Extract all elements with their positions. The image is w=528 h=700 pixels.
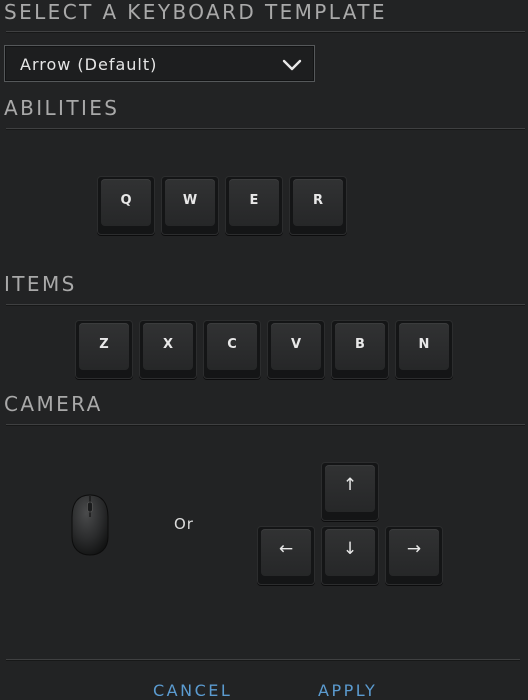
- divider: [6, 659, 520, 660]
- key-label: R: [312, 193, 323, 208]
- key-item-4[interactable]: V: [267, 320, 325, 379]
- key-label: B: [355, 337, 365, 352]
- key-item-1[interactable]: Z: [75, 320, 133, 379]
- arrow-right-icon: →: [406, 539, 422, 559]
- items-title: ITEMS: [4, 272, 77, 296]
- key-item-5[interactable]: B: [331, 320, 389, 379]
- key-label: X: [162, 337, 174, 352]
- key-label: W: [182, 193, 198, 208]
- key-arrow-left[interactable]: ←: [257, 526, 315, 585]
- key-ability-2[interactable]: W: [161, 176, 219, 235]
- abilities-title: ABILITIES: [4, 96, 120, 120]
- apply-button[interactable]: APPLY: [318, 681, 377, 700]
- or-label: Or: [174, 515, 194, 533]
- key-item-6[interactable]: N: [395, 320, 453, 379]
- key-label: C: [227, 337, 237, 352]
- key-label: E: [249, 193, 259, 208]
- divider: [6, 128, 525, 129]
- key-label: Q: [120, 193, 132, 208]
- key-item-3[interactable]: C: [203, 320, 261, 379]
- chevron-down-icon: [282, 59, 302, 71]
- page-title: SELECT A KEYBOARD TEMPLATE: [4, 0, 387, 24]
- mouse-icon[interactable]: [70, 493, 110, 557]
- arrow-up-icon: ↑: [342, 475, 358, 495]
- divider: [6, 304, 525, 305]
- template-select-value: Arrow (Default): [20, 55, 158, 74]
- key-arrow-right[interactable]: →: [385, 526, 443, 585]
- divider: [6, 31, 525, 32]
- key-label: V: [290, 337, 302, 352]
- key-ability-1[interactable]: Q: [97, 176, 155, 235]
- key-label: Z: [99, 337, 109, 352]
- key-arrow-up[interactable]: ↑: [321, 462, 379, 521]
- key-label: N: [418, 337, 430, 352]
- camera-title: CAMERA: [4, 392, 103, 416]
- key-item-2[interactable]: X: [139, 320, 197, 379]
- keyboard-template-select[interactable]: Arrow (Default): [4, 45, 315, 82]
- key-ability-4[interactable]: R: [289, 176, 347, 235]
- cancel-button[interactable]: CANCEL: [153, 681, 232, 700]
- key-ability-3[interactable]: E: [225, 176, 283, 235]
- key-arrow-down[interactable]: ↓: [321, 526, 379, 585]
- arrow-down-icon: ↓: [342, 539, 358, 559]
- arrow-left-icon: ←: [278, 539, 294, 559]
- divider: [6, 424, 525, 425]
